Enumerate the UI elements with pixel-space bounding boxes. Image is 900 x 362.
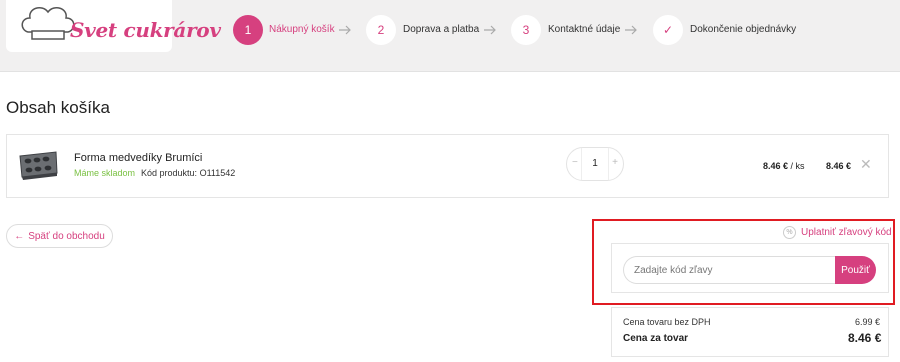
net-price-value: 6.99 € — [855, 317, 881, 327]
product-name[interactable]: Forma medvedíky Brumíci — [74, 152, 202, 164]
cart-item: Forma medvedíky Brumíci Máme skladom Kód… — [6, 134, 889, 198]
unit-price-value: 8.46 € — [763, 161, 789, 171]
net-price-label: Cena tovaru bez DPH — [623, 317, 711, 327]
stock-status: Máme skladom — [74, 168, 136, 178]
percent-icon: % — [783, 226, 796, 239]
total-price-value: 8.46 € — [848, 331, 882, 345]
step-4-label: Dokončenie objednávky — [690, 24, 797, 35]
page-title: Obsah košíka — [6, 98, 110, 117]
arrow-right-icon — [625, 25, 637, 35]
quantity-decrease-button[interactable]: − — [572, 157, 578, 168]
apply-discount-label: Uplatniť zľavový kód — [801, 227, 892, 238]
step-4-check-icon: ✓ — [653, 15, 683, 45]
back-to-shop-button[interactable]: ← Späť do obchodu — [6, 224, 113, 248]
arrow-right-icon — [339, 25, 351, 35]
apply-discount-toggle[interactable]: % Uplatniť zľavový kód — [783, 226, 892, 239]
step-2-circle: 2 — [366, 15, 396, 45]
arrow-left-icon: ← — [14, 230, 25, 242]
logo[interactable]: Svet cukrárov — [6, 0, 221, 52]
checkout-header: Svet cukrárov 1 Nákupný košík 2 Doprava … — [0, 0, 900, 72]
brand-name: Svet cukrárov — [70, 18, 221, 42]
unit-suffix: / ks — [790, 161, 805, 171]
arrow-right-icon — [484, 25, 496, 35]
step-3-circle: 3 — [511, 15, 541, 45]
step-3-label: Kontaktné údaje — [548, 24, 621, 35]
unit-price: 8.46 € / ks — [763, 161, 805, 171]
step-1-circle: 1 — [233, 15, 263, 45]
product-code: Kód produktu: O111542 — [141, 168, 235, 178]
remove-item-close-icon[interactable]: ✕ — [860, 156, 872, 173]
discount-code-input[interactable] — [623, 256, 837, 284]
quantity-stepper: − 1 + — [566, 147, 624, 181]
line-total: 8.46 € — [826, 161, 852, 171]
product-code-label: Kód produktu: — [141, 168, 198, 178]
product-thumbnail[interactable] — [17, 147, 59, 181]
total-price-label: Cena za tovar — [623, 333, 689, 344]
step-1-label: Nákupný košík — [269, 24, 335, 35]
back-to-shop-label: Späť do obchodu — [28, 230, 105, 242]
quantity-input[interactable]: 1 — [581, 148, 609, 180]
quantity-increase-button[interactable]: + — [612, 157, 618, 168]
chef-hat-icon — [21, 7, 75, 40]
product-code-value: O111542 — [199, 168, 236, 178]
step-2-label: Doprava a platba — [403, 24, 480, 35]
apply-discount-button[interactable]: Použiť — [835, 256, 876, 284]
